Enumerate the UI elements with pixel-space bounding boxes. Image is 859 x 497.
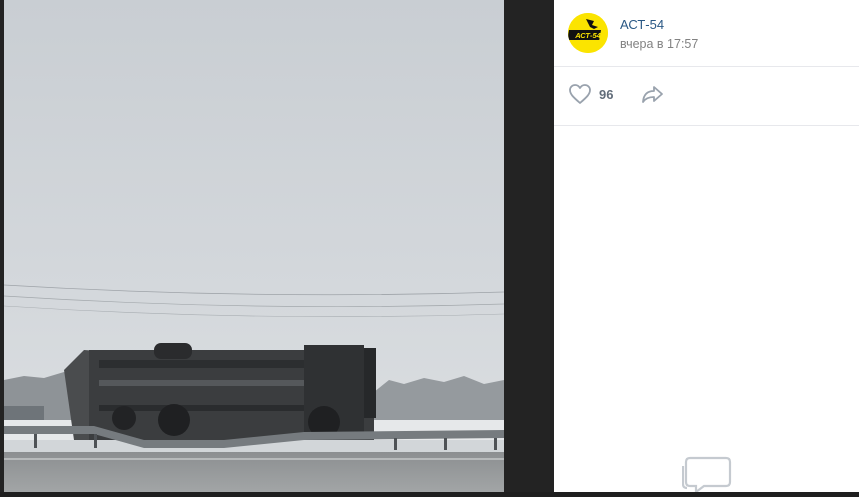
post-sidebar: АСТ-54 АСТ-54 вчера в 17:57 96 — [554, 0, 859, 495]
author-avatar[interactable]: АСТ-54 — [568, 13, 608, 53]
like-count: 96 — [599, 87, 614, 102]
post-actions: 96 — [554, 66, 859, 126]
like-button[interactable]: 96 — [568, 82, 628, 108]
post-photo[interactable] — [4, 0, 504, 492]
author-header: АСТ-54 АСТ-54 вчера в 17:57 — [554, 0, 859, 67]
author-name-link[interactable]: АСТ-54 — [620, 17, 664, 32]
avatar-text: АСТ-54 — [574, 31, 601, 40]
comment-bubble-icon — [681, 454, 734, 497]
avatar-logo: АСТ-54 — [568, 13, 608, 53]
share-arrow-icon — [642, 86, 663, 103]
post-time[interactable]: вчера в 17:57 — [620, 37, 698, 51]
photo-viewer — [0, 0, 554, 492]
heart-icon — [569, 84, 591, 104]
share-button[interactable] — [640, 82, 668, 108]
